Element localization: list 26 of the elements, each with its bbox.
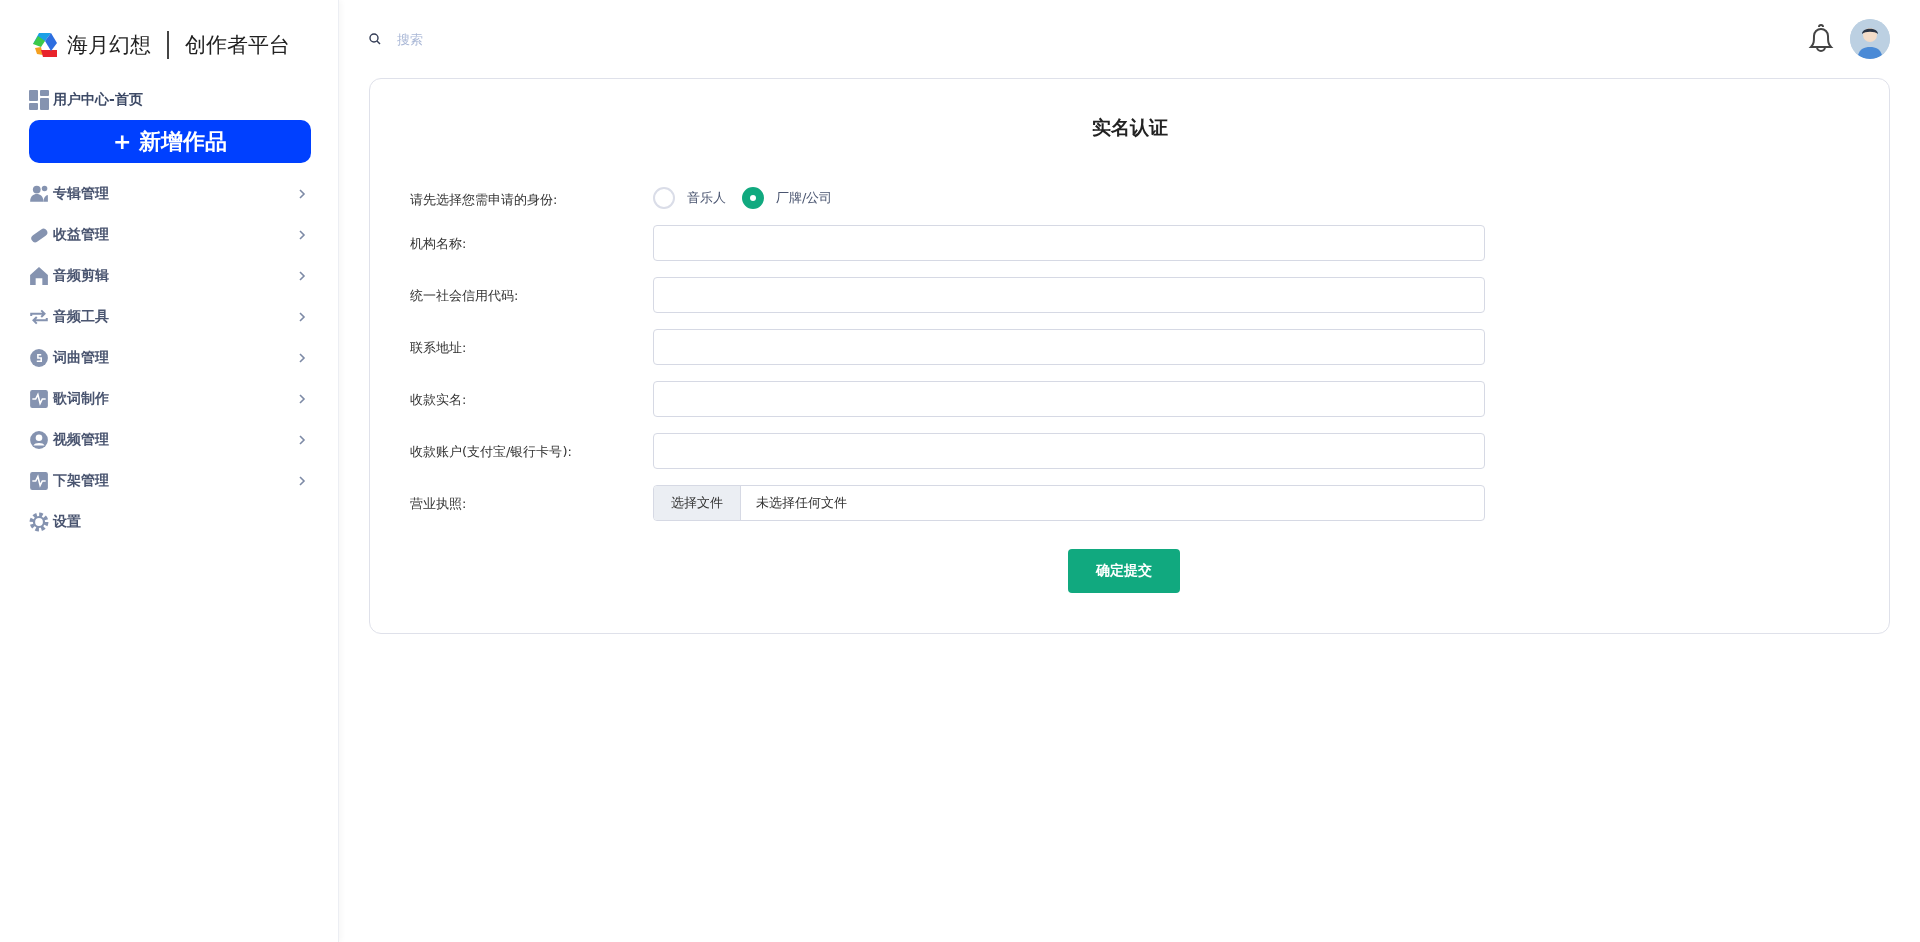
field-label: 统一社会信用代码: [410,287,520,305]
field-label: 营业执照: [410,495,468,513]
radio-label: 厂牌/公司 [776,189,833,207]
choose-file-button[interactable]: 选择文件 [654,486,741,520]
brand-name: 海月幻想 [67,32,151,59]
sidebar-item[interactable]: 音频剪辑 [29,255,310,296]
new-work-button[interactable]: + 新增作品 [29,120,311,163]
sidebar-item[interactable]: 设置 [29,501,310,542]
sidebar-item[interactable]: 音频工具 [29,296,310,337]
sidebar-item[interactable]: 收益管理 [29,214,310,255]
field-label: 请先选择您需申请的身份: [410,191,559,209]
sidebar-item[interactable]: 专辑管理 [29,173,310,214]
field-label: 收款账户(支付宝/银行卡号): [410,443,573,461]
field-label: 收款实名: [410,391,468,409]
platform-name: 创作者平台 [185,32,290,59]
home-link[interactable]: 用户中心-首页 [53,91,143,109]
sidebar-item[interactable]: 视频管理 [29,419,310,460]
form-title: 实名认证 [1091,115,1168,140]
field-label: 联系地址: [410,339,468,357]
file-status: 未选择任何文件 [755,494,847,512]
file-input[interactable]: 选择文件 未选择任何文件 [653,485,1485,521]
radio-label: 音乐人 [687,189,726,207]
sidebar-item[interactable]: 词曲管理 [29,337,310,378]
sidebar-item[interactable]: 下架管理 [29,460,310,501]
sidebar-item[interactable]: 歌词制作 [29,378,310,419]
field-label: 机构名称: [410,235,468,253]
